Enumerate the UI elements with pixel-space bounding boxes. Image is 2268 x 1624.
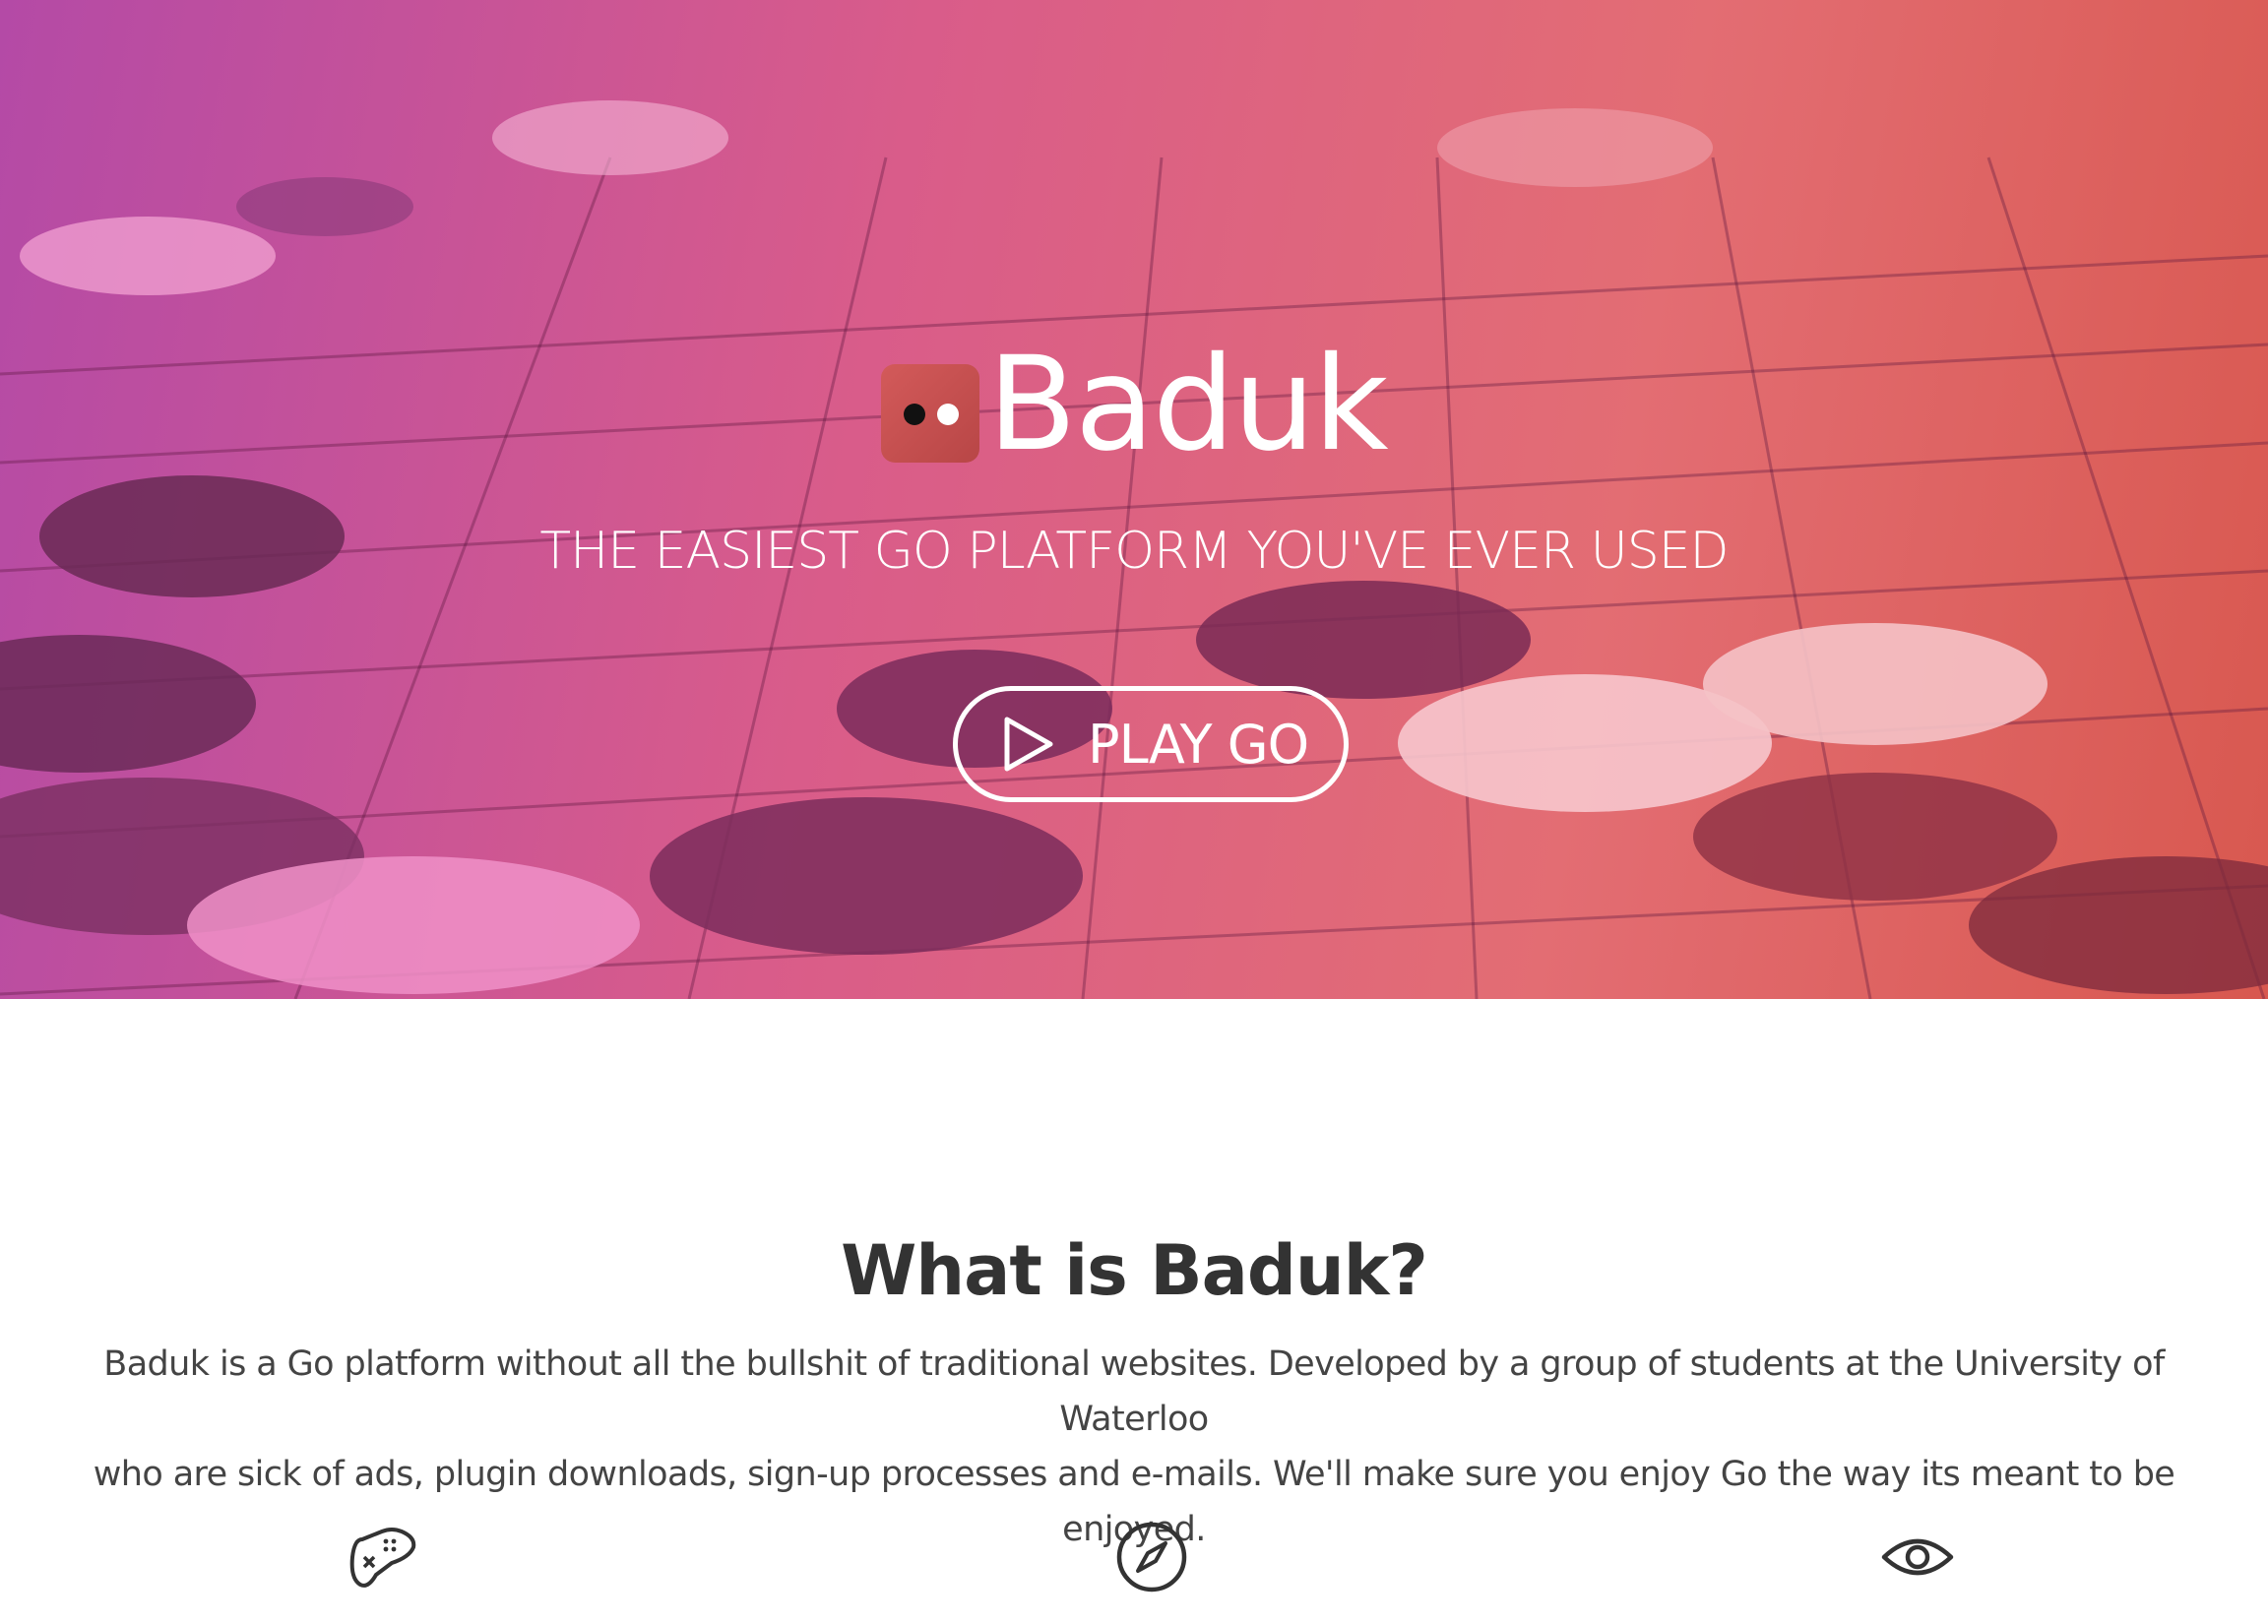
tagline: THE EASIEST GO PLATFORM YOU'VE EVER USED <box>539 522 1729 581</box>
eye-icon <box>1878 1518 1957 1596</box>
hero-section: Baduk THE EASIEST GO PLATFORM YOU'VE EVE… <box>0 0 2268 999</box>
play-go-label: PLAY GO <box>1088 713 1309 776</box>
brand: Baduk <box>0 340 2268 469</box>
go-board-background <box>0 100 2268 999</box>
baduk-logo-icon <box>881 364 980 463</box>
compass-icon <box>1112 1518 1191 1596</box>
play-go-button[interactable]: PLAY GO <box>953 686 1349 802</box>
gamepad-icon <box>345 1518 423 1596</box>
brand-name: Baduk <box>987 329 1388 480</box>
about-title: What is Baduk? <box>841 1230 1428 1311</box>
about-line-1: Baduk is a Go platform without all the b… <box>103 1344 2165 1439</box>
play-icon <box>1004 717 1053 772</box>
